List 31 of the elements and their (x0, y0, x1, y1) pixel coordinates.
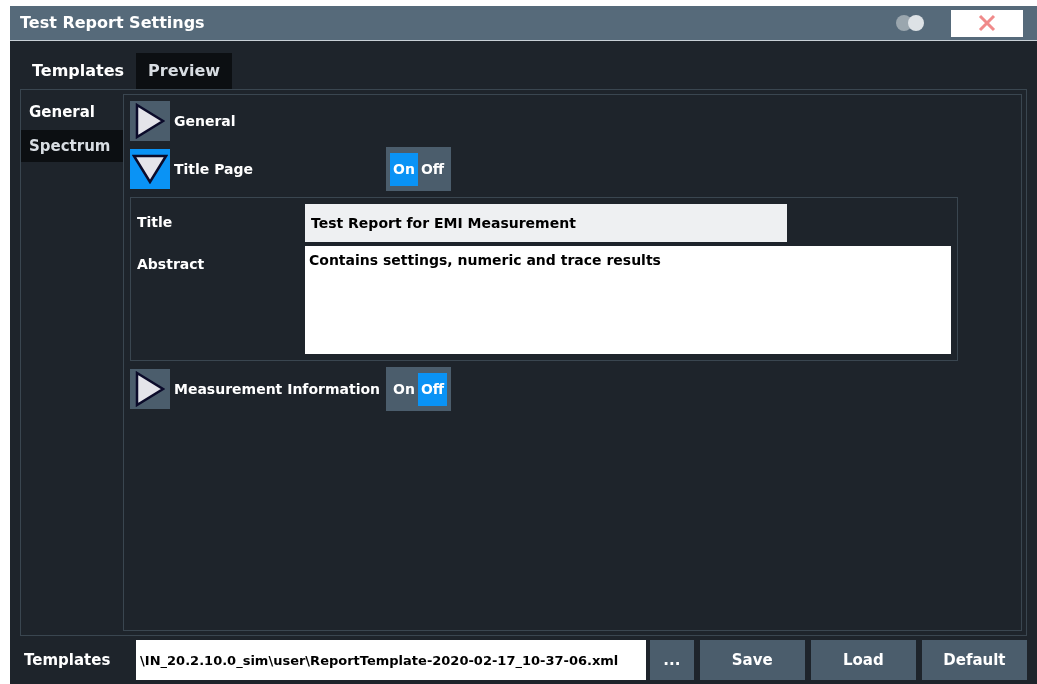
on-off-switch[interactable]: On Off (386, 367, 452, 411)
on-off-switch[interactable]: On Off (386, 147, 452, 191)
field-label: Abstract (137, 255, 206, 274)
triangle-right-icon (135, 371, 165, 407)
footer-button[interactable]: Load (810, 640, 916, 680)
expand-button[interactable] (130, 149, 170, 189)
expand-button[interactable] (130, 101, 170, 141)
off-option: Off (417, 372, 448, 406)
footer-button[interactable]: ... (649, 640, 694, 680)
nav-item[interactable]: Spectrum (21, 130, 123, 162)
triangle-down-icon (132, 154, 168, 184)
triangle-right-icon (135, 103, 165, 139)
path-field[interactable]: \IN_20.2.10.0_sim\user\ReportTemplate-2020-02-17_10-37-06.xml (136, 640, 646, 680)
close-icon (978, 14, 996, 32)
close-button[interactable] (951, 9, 1023, 37)
title-field[interactable]: Test Report for EMI Measurement (305, 204, 787, 242)
section-label: Measurement Information (174, 379, 382, 399)
on-option: On (390, 372, 418, 406)
off-option: Off (417, 152, 448, 186)
tab[interactable]: Preview (136, 53, 233, 89)
field-label: Title (137, 213, 174, 232)
section-label: General (174, 111, 237, 131)
footer-button[interactable]: Default (921, 640, 1027, 680)
section-label: Title Page (174, 159, 255, 179)
templates-label: Templates (23, 649, 112, 671)
toggle-icon[interactable] (895, 14, 927, 32)
abstract-field[interactable]: Contains settings, numeric and trace results (305, 246, 951, 354)
window-title: Test Report Settings (20, 12, 206, 34)
on-option: On (390, 152, 418, 186)
footer-button[interactable]: Save (699, 640, 805, 680)
expand-button[interactable] (130, 369, 170, 409)
